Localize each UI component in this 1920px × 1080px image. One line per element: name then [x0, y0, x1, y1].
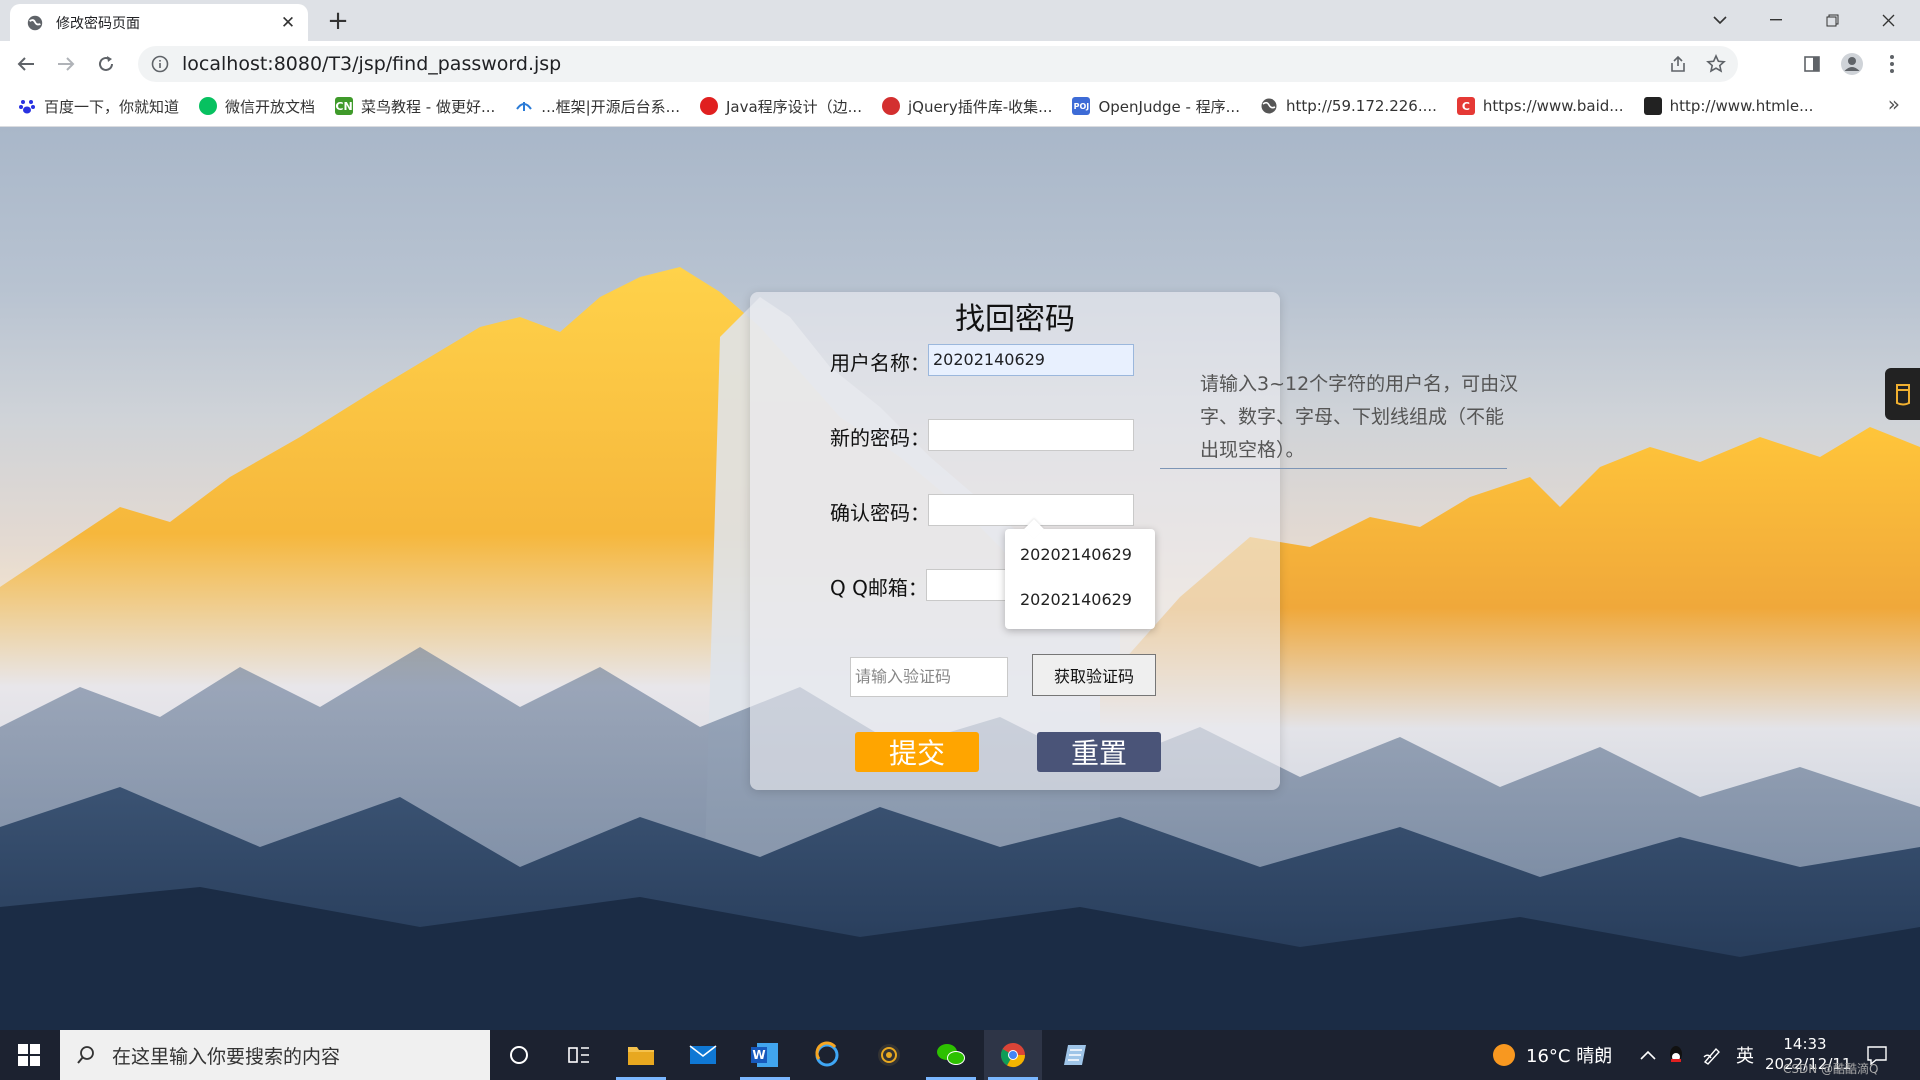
- windows-taskbar: 在这里输入你要搜索的内容 W 16°C 晴朗 英 14:33 2022/12/1…: [0, 1030, 1920, 1080]
- verification-code-input[interactable]: 请输入验证码: [850, 657, 1008, 697]
- chrome-app-icon[interactable]: [984, 1030, 1042, 1080]
- hint-underline: [1160, 468, 1507, 469]
- notes-app-icon[interactable]: [1046, 1030, 1104, 1080]
- file-explorer-icon[interactable]: [612, 1030, 670, 1080]
- start-button[interactable]: [0, 1030, 58, 1080]
- sun-icon: [1493, 1044, 1515, 1066]
- search-icon: [77, 1046, 94, 1064]
- url-text[interactable]: localhost:8080/T3/jsp/find_password.jsp: [182, 53, 1662, 75]
- wechat-icon: [199, 97, 218, 115]
- tab-title: 修改密码页面: [56, 15, 140, 32]
- browser-tab-strip: 修改密码页面 ✕ +: [0, 0, 1920, 41]
- poj-icon: POJ: [1072, 97, 1091, 115]
- username-label: 用户名称：: [830, 351, 930, 375]
- profile-avatar-icon[interactable]: [1836, 48, 1868, 80]
- ime-indicator[interactable]: 英: [1736, 1030, 1754, 1080]
- side-extension-button[interactable]: [1885, 368, 1920, 420]
- reload-icon: [99, 56, 113, 71]
- bookmark-runoob[interactable]: CN 菜鸟教程 - 做更好...: [327, 91, 503, 121]
- baidu-paw-icon: [18, 97, 36, 115]
- restore-button[interactable]: [1810, 6, 1854, 34]
- csdn-watermark: CSDN @酷酷滴Q: [1783, 1061, 1879, 1076]
- mail-icon[interactable]: [674, 1030, 732, 1080]
- csdn-c-icon: C: [1456, 97, 1475, 115]
- autocomplete-option[interactable]: 20202140629: [1020, 545, 1132, 564]
- form-title: 找回密码: [955, 302, 1075, 337]
- new-password-input[interactable]: [928, 419, 1134, 451]
- bookmark-openjudge[interactable]: POJ OpenJudge - 程序...: [1064, 91, 1248, 121]
- bookmark-wechat-docs[interactable]: 微信开放文档: [191, 91, 323, 121]
- back-arrow-icon: [17, 57, 34, 71]
- task-view-icon[interactable]: [550, 1030, 608, 1080]
- minimize-button[interactable]: [1754, 6, 1798, 34]
- globe-icon: [27, 15, 43, 30]
- forward-arrow-icon: [58, 57, 75, 71]
- windows-logo-icon: [18, 1044, 40, 1066]
- bookmark-baidu[interactable]: 百度一下，你就知道: [10, 91, 187, 121]
- taskbar-search-box[interactable]: 在这里输入你要搜索的内容: [60, 1030, 490, 1080]
- reload-button[interactable]: [90, 48, 122, 80]
- jquery-icon: [881, 97, 900, 115]
- word-icon[interactable]: W: [736, 1030, 794, 1080]
- share-icon[interactable]: [1662, 48, 1694, 80]
- browser-toolbar: localhost:8080/T3/jsp/find_password.jsp: [0, 41, 1920, 86]
- svg-text:W: W: [752, 1048, 765, 1062]
- forward-button[interactable]: [50, 48, 82, 80]
- bookmarks-bar: 百度一下，你就知道 微信开放文档 CN 菜鸟教程 - 做更好... ...框架|…: [0, 86, 1920, 127]
- side-panel-icon[interactable]: [1796, 48, 1828, 80]
- get-code-button[interactable]: 获取验证码: [1032, 654, 1156, 696]
- username-input[interactable]: 20202140629: [928, 344, 1134, 376]
- menu-kebab-icon[interactable]: [1876, 48, 1908, 80]
- pen-input-icon[interactable]: [1702, 1030, 1722, 1080]
- new-tab-button[interactable]: +: [324, 8, 352, 36]
- back-button[interactable]: [10, 48, 42, 80]
- leaf-icon: [515, 97, 533, 115]
- htmleaf-icon: [1643, 97, 1662, 115]
- tab-search-chevron-icon[interactable]: [1698, 6, 1742, 34]
- email-label: Q Q邮箱：: [830, 576, 928, 600]
- bookmark-java[interactable]: Java程序设计（边...: [692, 91, 870, 121]
- browser-tab[interactable]: 修改密码页面 ✕: [10, 4, 308, 41]
- submit-button[interactable]: 提交: [855, 732, 979, 772]
- tray-overflow-chevron-icon[interactable]: [1640, 1030, 1656, 1080]
- bookmarks-overflow-icon[interactable]: »: [1888, 92, 1900, 116]
- confirm-password-label: 确认密码：: [830, 501, 930, 525]
- globe-icon: [1260, 97, 1278, 115]
- bookmark-htmleaf[interactable]: http://www.htmle...: [1636, 91, 1822, 121]
- page-viewport: 找回密码 用户名称： 20202140629 新的密码： 确认密码： Q Q邮箱…: [0, 127, 1920, 1030]
- autocomplete-option[interactable]: 20202140629: [1020, 590, 1132, 609]
- cortana-icon[interactable]: [490, 1030, 548, 1080]
- close-window-button[interactable]: [1866, 6, 1910, 34]
- weather-widget[interactable]: 16°C 晴朗: [1492, 1030, 1612, 1080]
- wechat-app-icon[interactable]: [922, 1030, 980, 1080]
- username-hint-text: 请输入3~12个字符的用户名，可由汉字、数字、字母、下划线组成（不能出现空格）。: [1200, 373, 1519, 461]
- reset-button[interactable]: 重置: [1037, 732, 1161, 772]
- site-info-icon[interactable]: [150, 54, 170, 74]
- bookmark-jquery[interactable]: jQuery插件库-收集...: [874, 91, 1060, 121]
- settings-gear-app-icon[interactable]: [860, 1030, 918, 1080]
- new-password-label: 新的密码：: [830, 426, 930, 450]
- app-rings-icon[interactable]: [798, 1030, 856, 1080]
- qq-tray-icon[interactable]: [1668, 1030, 1684, 1080]
- cup-icon: [1895, 384, 1910, 406]
- bookmark-framework[interactable]: ...框架|开源后台系...: [507, 91, 688, 121]
- bookmark-baidu-link[interactable]: C https://www.baid...: [1449, 91, 1632, 121]
- username-autocomplete-dropdown: 20202140629 20202140629: [1005, 519, 1155, 629]
- bookmark-59-172[interactable]: http://59.172.226....: [1252, 91, 1445, 121]
- close-tab-icon[interactable]: ✕: [276, 11, 300, 35]
- java-icon: [699, 97, 718, 115]
- notification-center-icon[interactable]: [1866, 1030, 1888, 1080]
- address-bar[interactable]: localhost:8080/T3/jsp/find_password.jsp: [138, 46, 1738, 82]
- runoob-cn-icon: CN: [335, 97, 354, 115]
- bookmark-star-icon[interactable]: [1700, 48, 1732, 80]
